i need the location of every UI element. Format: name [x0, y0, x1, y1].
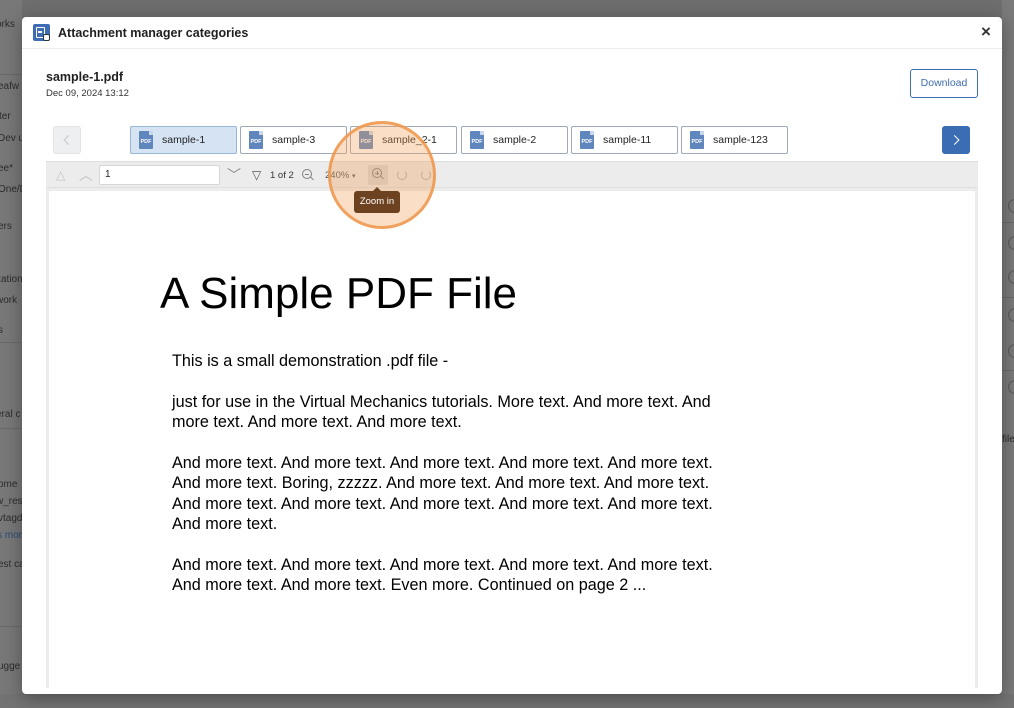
pdf-toolbar: △ ︿ 1 ﹀ ▽ 1 of 2 240% ▾	[46, 161, 978, 188]
bg-divider	[0, 74, 22, 75]
background-app-right: file	[1002, 0, 1014, 708]
pdf-paragraph: And more text. And more text. And more t…	[172, 454, 713, 534]
bg-fragment: orks	[0, 19, 15, 30]
bg-circle	[1008, 344, 1014, 358]
tab-sample-123[interactable]: PDF sample-123	[681, 126, 788, 154]
tab-sample-2[interactable]: PDF sample-2	[461, 126, 568, 154]
bg-divider	[1002, 222, 1014, 223]
bg-circle	[1008, 270, 1014, 284]
bg-fragment: One/D	[0, 184, 22, 195]
pdf-file-icon: PDF	[470, 131, 484, 149]
bg-circle	[1008, 308, 1014, 322]
chevron-left-icon	[63, 135, 74, 145]
bg-fragment: ugge	[0, 661, 21, 672]
close-icon[interactable]: ×	[978, 23, 994, 40]
background-app-left: orks eafw ter Dev u ee* One/D ers zation…	[0, 0, 22, 708]
bg-fragment: w_res	[0, 496, 22, 507]
tab-sample-3[interactable]: PDF sample-3	[240, 126, 347, 154]
bg-fragment: s	[0, 325, 3, 336]
bg-fragment: vtagd	[0, 513, 22, 524]
bg-fragment: ee*	[0, 163, 14, 174]
bg-fragment: work	[0, 295, 18, 306]
tab-label: sample-2	[493, 134, 537, 146]
next-match-icon[interactable]: ▽	[252, 162, 261, 189]
tab-label: sample-123	[713, 134, 768, 146]
file-name: sample-1.pdf	[46, 70, 124, 84]
bg-fragment: eafw	[0, 81, 20, 92]
bg-divider	[0, 342, 22, 343]
pdf-paragraph: And more text. And more text. And more t…	[172, 556, 713, 595]
pdf-file-icon: PDF	[139, 131, 153, 149]
file-date: Dec 09, 2024 13:12	[46, 88, 129, 99]
bg-divider	[0, 428, 22, 429]
bg-divider	[1002, 370, 1014, 371]
bg-fragment: ome	[0, 479, 18, 490]
bg-fragment: est ca	[0, 559, 22, 570]
previous-page-icon[interactable]: ︿	[79, 162, 93, 189]
bg-fragment: eral c	[0, 409, 21, 420]
pdf-paragraph: just for use in the Virtual Mechanics tu…	[172, 393, 711, 432]
tab-label: sample-1	[162, 134, 206, 146]
page-count: 1 of 2	[270, 170, 294, 181]
bg-divider	[1002, 297, 1014, 298]
tab-sample-1[interactable]: PDF sample-1	[130, 126, 237, 154]
background-app-bottom	[0, 694, 1014, 708]
next-attachment-button[interactable]	[942, 126, 970, 154]
bg-circle	[1008, 199, 1014, 213]
attachment-manager-modal: Attachment manager categories × sample-1…	[22, 17, 1002, 694]
pdf-page: A Simple PDF File This is a small demons…	[49, 191, 975, 688]
previous-attachment-button[interactable]	[53, 126, 81, 154]
bg-fragment: s mor	[0, 530, 22, 541]
attachment-manager-icon	[33, 24, 50, 41]
previous-match-icon[interactable]: △	[56, 162, 65, 189]
bg-fragment: ers	[0, 221, 12, 232]
modal-title: Attachment manager categories	[58, 26, 249, 40]
next-page-icon[interactable]: ﹀	[227, 162, 241, 189]
pdf-file-icon: PDF	[580, 131, 594, 149]
bg-fragment: zation	[0, 274, 22, 285]
bg-fragment: file	[1002, 434, 1014, 445]
tab-label: sample-3	[272, 134, 316, 146]
pdf-paragraph: This is a small demonstration .pdf file …	[172, 352, 449, 370]
zoom-out-icon[interactable]	[302, 169, 314, 181]
modal-header: Attachment manager categories ×	[22, 17, 1002, 49]
bg-fragment: ter	[0, 111, 11, 122]
tab-label: sample-11	[603, 134, 652, 146]
pdf-file-icon: PDF	[690, 131, 704, 149]
bg-divider	[0, 626, 22, 627]
zoom-in-tooltip: Zoom in	[354, 187, 400, 213]
download-button[interactable]: Download	[910, 69, 978, 98]
tab-sample-11[interactable]: PDF sample-11	[571, 126, 678, 154]
pdf-file-icon: PDF	[249, 131, 263, 149]
bg-circle	[1008, 236, 1014, 250]
pdf-document-title: A Simple PDF File	[160, 269, 517, 318]
pdf-viewport[interactable]: A Simple PDF File This is a small demons…	[46, 188, 978, 688]
bg-fragment: Dev u	[0, 133, 22, 144]
page-number-input[interactable]: 1	[99, 165, 220, 185]
bg-circle	[1008, 380, 1014, 394]
chevron-right-icon	[949, 135, 960, 145]
